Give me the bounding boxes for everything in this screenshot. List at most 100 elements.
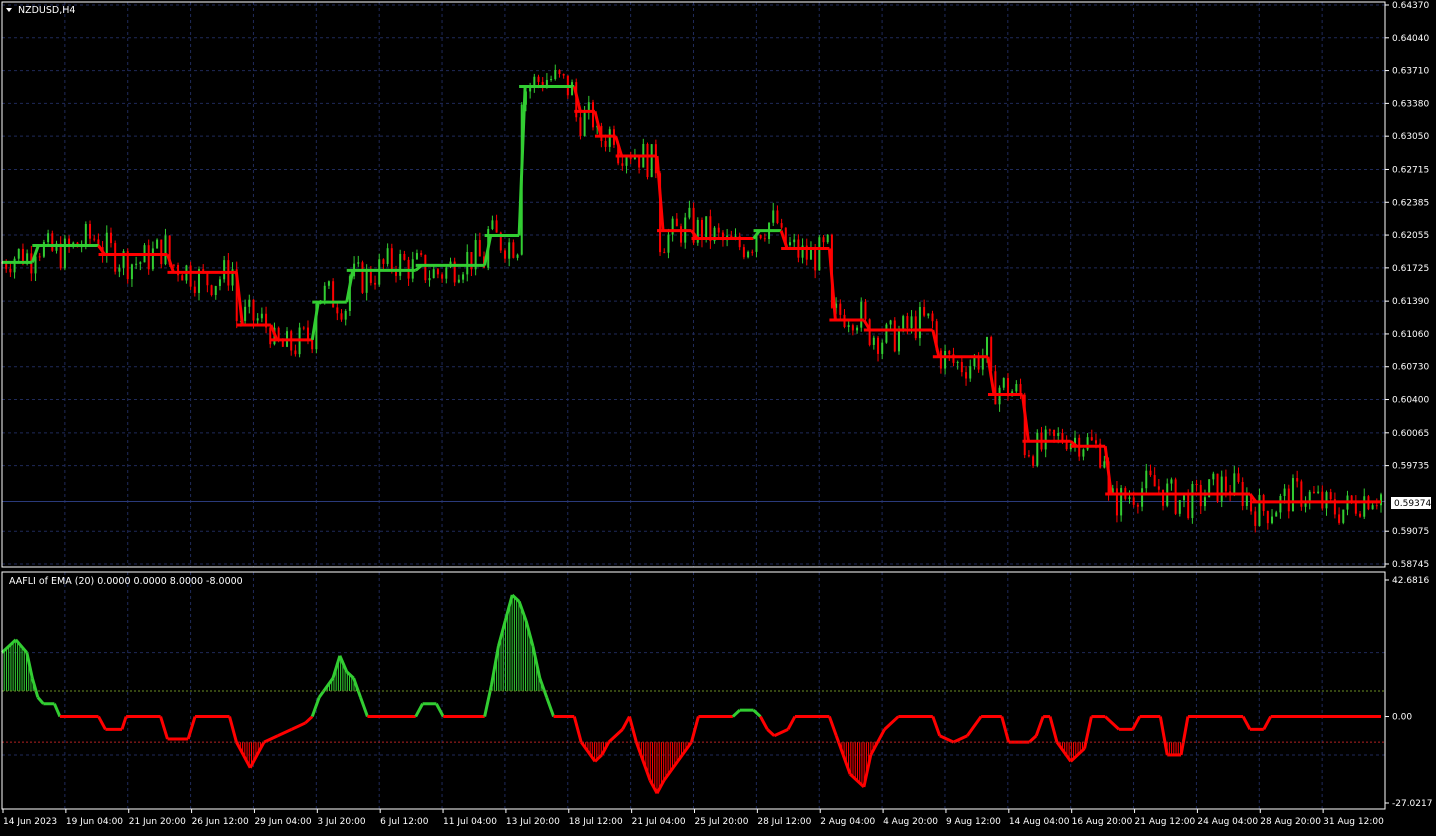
indicator-tick-label: -27.0217 <box>1392 799 1432 809</box>
candle-body <box>13 258 16 273</box>
candle-body <box>491 220 494 229</box>
candle-body <box>323 285 326 301</box>
candle-body <box>1082 449 1085 457</box>
candle-body <box>424 254 427 281</box>
candle-body <box>1032 456 1035 466</box>
candle-body <box>495 220 498 233</box>
candle-body <box>84 223 87 246</box>
candle-body <box>897 330 900 352</box>
price-tick-label: 0.64370 <box>1392 1 1429 11</box>
candle-body <box>189 265 192 287</box>
candle-body <box>156 239 159 249</box>
candle-body <box>675 218 678 227</box>
candle-body <box>910 316 913 329</box>
price-tick-label: 0.63710 <box>1392 67 1429 77</box>
candle-body <box>1338 514 1341 523</box>
candle-body <box>818 237 821 271</box>
time-tick-label: 11 Jul 04:00 <box>443 817 497 827</box>
candle-body <box>877 337 880 354</box>
time-tick-label: 28 Jul 12:00 <box>757 817 811 827</box>
candle-body <box>1375 505 1378 507</box>
candle-body <box>1053 429 1056 436</box>
candle-body <box>357 262 360 264</box>
candle-body <box>1199 484 1202 507</box>
time-tick-label: 16 Aug 20:00 <box>1072 817 1133 827</box>
candle-body <box>512 242 515 258</box>
candle-body <box>340 313 343 320</box>
candle-body <box>1195 483 1198 485</box>
candle-body <box>252 299 255 321</box>
candle-body <box>1145 470 1148 489</box>
candle-body <box>646 143 649 178</box>
candle-body <box>160 239 163 265</box>
candle-body <box>939 350 942 369</box>
candle-body <box>1187 494 1190 519</box>
candle-body <box>445 267 448 279</box>
time-tick-label: 26 Jun 12:00 <box>192 817 249 827</box>
candle-body <box>1157 486 1160 490</box>
candle-body <box>1212 473 1215 480</box>
candle-body <box>147 245 150 270</box>
time-tick-label: 21 Jun 20:00 <box>129 817 186 827</box>
price-tick-label: 0.61725 <box>1392 264 1429 274</box>
candle-body <box>1002 378 1005 388</box>
candle-body <box>1153 475 1156 487</box>
chart-canvas[interactable]: 0.64370 0.64040 0.63710 0.63380 0.63050 0.627… <box>0 0 1436 832</box>
candle-body <box>93 238 96 240</box>
candle-body <box>361 262 364 293</box>
candle-body <box>1371 505 1374 510</box>
candle-body <box>868 319 871 345</box>
main-pane-title: NZDUSD,H4 <box>18 5 75 16</box>
time-tick-label: 29 Jun 04:00 <box>254 817 311 827</box>
time-tick-label: 4 Aug 20:00 <box>883 817 938 827</box>
candle-body <box>1291 478 1294 512</box>
candle-body <box>969 366 972 379</box>
candle-body <box>1191 483 1194 519</box>
candle-body <box>1162 489 1165 506</box>
price-tick-label: 0.60400 <box>1392 396 1429 406</box>
chart-window[interactable]: 0.64370 0.64040 0.63710 0.63380 0.63050 0.627… <box>0 0 1436 832</box>
candle-body <box>906 316 909 329</box>
candle-body <box>118 267 121 272</box>
price-tick-label: 0.61060 <box>1392 330 1429 340</box>
candle-body <box>1312 491 1315 493</box>
candle-body <box>105 232 108 256</box>
candle-body <box>1220 476 1223 502</box>
candle-body <box>885 324 888 343</box>
candle-body <box>1090 437 1093 441</box>
candle-body <box>281 340 284 347</box>
current-price-label: 0.59374 <box>1394 499 1431 509</box>
time-tick-label: 25 Jul 20:00 <box>695 817 749 827</box>
candle-body <box>214 286 217 296</box>
candle-body <box>1304 503 1307 507</box>
candle-body <box>1279 496 1282 513</box>
candle-body <box>1354 501 1357 514</box>
candle-body <box>63 238 66 269</box>
candle-body <box>550 79 553 81</box>
candle-body <box>1132 497 1135 505</box>
candle-body <box>503 250 506 259</box>
candle-body <box>780 223 783 228</box>
candle-body <box>700 219 703 240</box>
candle-body <box>1258 495 1261 526</box>
candle-body <box>390 248 393 270</box>
price-tick-label: 0.60730 <box>1392 363 1429 373</box>
candle-body <box>851 325 854 331</box>
candle-body <box>986 337 988 357</box>
candle-body <box>759 234 762 239</box>
candle-body <box>809 249 812 260</box>
candle-body <box>441 274 444 279</box>
candle-body <box>688 207 691 218</box>
candle-body <box>1027 455 1030 457</box>
price-tick-label: 0.62715 <box>1392 165 1429 175</box>
candle-body <box>294 350 297 355</box>
candle-body <box>302 327 305 329</box>
candle-body <box>1224 476 1227 492</box>
candle-body <box>814 249 817 271</box>
time-tick-label: 21 Aug 12:00 <box>1135 817 1196 827</box>
time-tick-label: 31 Aug 12:00 <box>1323 817 1384 827</box>
candle-body <box>1283 488 1286 497</box>
price-tick-label: 0.60065 <box>1392 429 1429 439</box>
time-tick-label: 18 Jul 12:00 <box>569 817 623 827</box>
candle-body <box>604 140 607 147</box>
